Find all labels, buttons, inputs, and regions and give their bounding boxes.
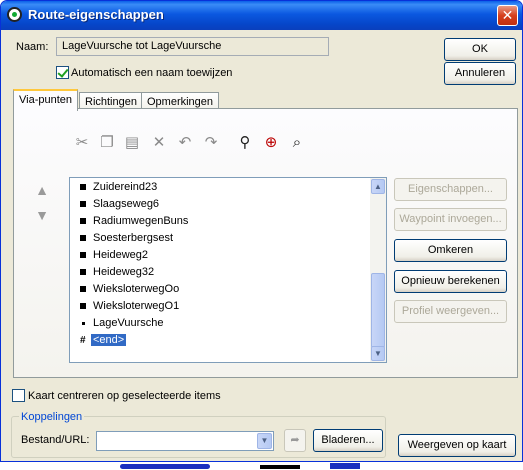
insert-waypoint-button[interactable]: Waypoint invoegen...: [394, 208, 507, 231]
waypoint-list[interactable]: Zuidereind23 Slaagseweg6 RadiumwegenBuns…: [69, 177, 387, 363]
route-properties-dialog: Route-eigenschappen ✕ Naam: LageVuursche…: [0, 0, 523, 462]
waypoint-marker-icon: [80, 184, 86, 191]
list-item[interactable]: Heideweg32: [80, 264, 154, 281]
list-item[interactable]: WieksloterwegO1: [80, 298, 179, 315]
show-profile-button[interactable]: Profiel weergeven...: [394, 300, 507, 323]
close-button[interactable]: ✕: [497, 5, 518, 26]
chevron-down-icon[interactable]: ▼: [257, 433, 272, 449]
end-marker-icon: #: [80, 335, 86, 346]
title-bar[interactable]: Route-eigenschappen ✕: [1, 1, 522, 30]
name-label: Naam:: [16, 41, 49, 53]
show-on-map-button[interactable]: Weergeven op kaart: [398, 434, 516, 457]
waypoint-marker-icon: [80, 269, 86, 276]
dot-marker-icon: [82, 321, 85, 325]
paste-icon[interactable]: ▤: [123, 134, 141, 152]
scroll-thumb[interactable]: [371, 273, 385, 348]
copy-icon[interactable]: ❐: [98, 134, 116, 152]
waypoint-marker-icon: [80, 218, 86, 225]
properties-button[interactable]: Eigenschappen...: [394, 178, 507, 201]
cut-icon[interactable]: ✂: [73, 134, 91, 152]
reverse-button[interactable]: Omkeren: [394, 239, 507, 262]
list-item[interactable]: Soesterbergsest: [80, 230, 173, 247]
redo-icon[interactable]: ↷: [202, 134, 220, 152]
recalculate-button[interactable]: Opnieuw berekenen: [394, 270, 507, 293]
delete-icon[interactable]: ✕: [150, 134, 168, 152]
scroll-down-icon[interactable]: ▼: [371, 346, 385, 361]
list-item[interactable]: Slaagseweg6: [80, 196, 159, 213]
scroll-up-icon[interactable]: ▲: [371, 179, 385, 194]
file-url-label: Bestand/URL:: [21, 434, 90, 446]
file-url-combobox[interactable]: ▼: [96, 431, 274, 451]
move-up-icon[interactable]: ▲: [34, 182, 50, 198]
name-field[interactable]: LageVuursche tot LageVuursche: [56, 37, 329, 56]
links-group-title: Koppelingen: [19, 411, 85, 423]
move-down-icon[interactable]: ▼: [34, 207, 50, 223]
waypoint-marker-icon: [80, 201, 86, 208]
map-background: [0, 462, 523, 470]
list-scrollbar[interactable]: ▲ ▼: [370, 178, 386, 362]
center-map-label: Kaart centreren op geselecteerde items: [28, 390, 221, 402]
list-item-selected[interactable]: # <end>: [80, 332, 127, 349]
list-item[interactable]: LageVuursche: [80, 315, 164, 332]
list-item[interactable]: Zuidereind23: [80, 179, 157, 196]
cancel-button[interactable]: Annuleren: [444, 62, 516, 85]
go-link-icon[interactable]: ➦: [284, 429, 306, 452]
ok-button[interactable]: OK: [444, 38, 516, 61]
waypoint-marker-icon: [80, 286, 86, 293]
browse-button[interactable]: Bladeren...: [313, 429, 383, 452]
list-item[interactable]: RadiumwegenBuns: [80, 213, 188, 230]
list-item[interactable]: WieksloterwegOo: [80, 281, 179, 298]
app-icon: [7, 7, 22, 22]
find-icon[interactable]: ⚲: [236, 134, 254, 152]
auto-name-checkbox[interactable]: [56, 66, 69, 79]
auto-name-label: Automatisch een naam toewijzen: [71, 67, 233, 79]
find-route-icon[interactable]: ⌕: [288, 134, 306, 152]
list-item[interactable]: Heideweg2: [80, 247, 148, 264]
window-title: Route-eigenschappen: [28, 7, 164, 22]
undo-icon[interactable]: ↶: [176, 134, 194, 152]
waypoint-marker-icon: [80, 252, 86, 259]
waypoint-marker-icon: [80, 303, 86, 310]
center-map-checkbox[interactable]: [12, 389, 25, 402]
find-target-icon[interactable]: ⊕: [262, 134, 280, 152]
tab-via-punten[interactable]: Via-punten: [13, 89, 79, 111]
waypoint-marker-icon: [80, 235, 86, 242]
